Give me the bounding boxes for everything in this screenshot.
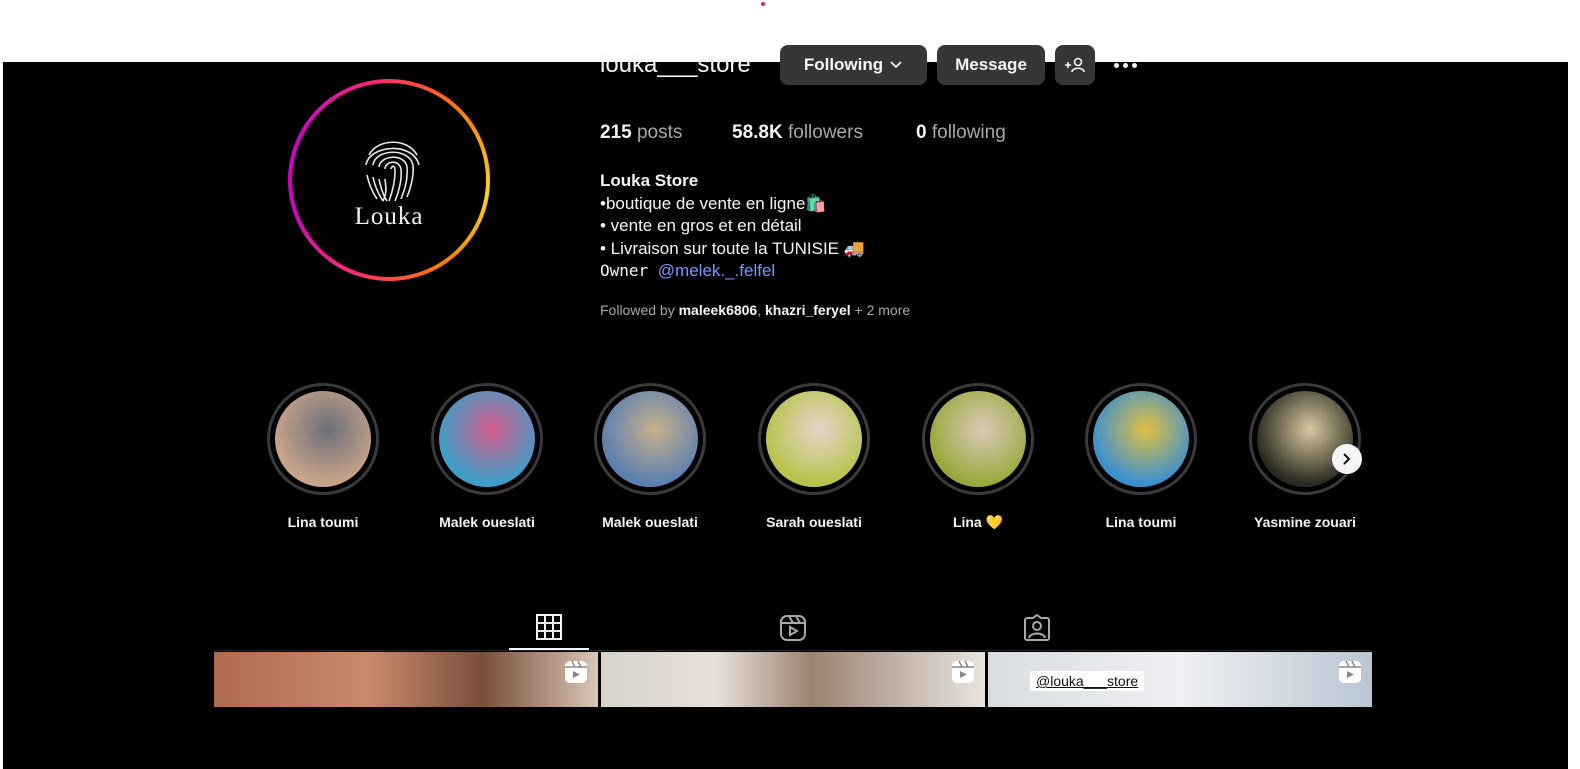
stat-posts: 215 posts [600, 122, 683, 143]
message-button[interactable]: Message [937, 45, 1045, 85]
tagged-icon [1024, 614, 1050, 641]
profile-avatar[interactable]: Louka [288, 79, 490, 281]
highlight-label: Lina 💛 [952, 514, 1004, 530]
post-thumbnail[interactable] [214, 652, 598, 707]
highlight-item[interactable]: Malek oueslati [585, 383, 715, 530]
more-options-icon[interactable] [1110, 55, 1140, 75]
highlight-item[interactable]: Lina toumi [1076, 383, 1206, 530]
highlight-label: Yasmine zouari [1254, 514, 1356, 530]
add-user-icon [1065, 57, 1085, 73]
logo-wordmark: Louka [354, 203, 424, 230]
highlight-cover-ring [758, 383, 870, 495]
post-watermark: @louka___store [1030, 671, 1145, 691]
tab-posts[interactable] [509, 606, 589, 650]
reels-icon [780, 615, 806, 641]
following-button[interactable]: Following [780, 45, 927, 85]
tab-reels[interactable] [753, 606, 833, 650]
suggest-users-button[interactable] [1055, 45, 1095, 85]
highlight-label: Lina toumi [287, 514, 359, 530]
bio-line: •boutique de vente en ligne🛍️ [600, 193, 827, 213]
highlight-cover-image [930, 391, 1026, 487]
highlight-item[interactable]: Malek oueslati [422, 383, 552, 530]
highlight-cover-image [1257, 391, 1353, 487]
profile-display-name: Louka Store [600, 171, 699, 190]
highlight-cover-image [1093, 391, 1189, 487]
following-button-label: Following [803, 55, 884, 74]
scrollbar[interactable] [1568, 62, 1580, 769]
reel-icon [565, 660, 587, 683]
highlight-cover-ring [594, 383, 706, 495]
chevron-right-icon [1343, 453, 1351, 465]
avatar-logo: Louka [292, 83, 486, 277]
highlight-cover-ring [1249, 383, 1361, 495]
chevron-down-icon [890, 61, 902, 69]
highlight-cover-image [602, 391, 698, 487]
highlight-label: Sarah oueslati [766, 514, 862, 530]
stat-followers[interactable]: 58.8K followers [732, 122, 863, 144]
reel-icon [1339, 660, 1361, 683]
post-thumbnail[interactable]: @louka___store [988, 652, 1372, 707]
loading-dot [761, 2, 765, 6]
highlight-cover-ring [431, 383, 543, 495]
bio-line: • vente en gros et en détail [600, 216, 802, 235]
highlight-item[interactable]: Lina 💛 [913, 383, 1043, 531]
tabs-divider [214, 650, 1372, 651]
highlights-next-button[interactable] [1332, 444, 1362, 474]
highlight-label: Malek oueslati [439, 514, 535, 530]
highlight-item[interactable]: Lina toumi [258, 383, 388, 530]
bio-line: • Livraison sur toute la TUNISIE 🚚 [600, 238, 865, 258]
highlight-item[interactable]: Sarah oueslati [749, 383, 879, 530]
profile-bio: Louka Store •boutique de vente en ligne🛍… [600, 170, 865, 283]
highlight-cover-image [275, 391, 371, 487]
fingerprint-icon [365, 141, 420, 202]
owner-mention-link[interactable]: @melek._.felfel [658, 261, 775, 280]
highlight-label: Malek oueslati [602, 514, 698, 530]
highlight-label: Lina toumi [1105, 514, 1177, 530]
highlight-cover-image [766, 391, 862, 487]
post-thumbnail[interactable] [601, 652, 985, 707]
tab-tagged[interactable] [997, 606, 1077, 650]
highlight-cover-ring [1085, 383, 1197, 495]
grid-icon [536, 614, 562, 640]
profile-username: louka___store [600, 51, 751, 78]
highlight-cover-ring [922, 383, 1034, 495]
reel-icon [952, 660, 974, 683]
highlight-cover-ring [267, 383, 379, 495]
highlight-cover-image [439, 391, 535, 487]
followed-by-text[interactable]: Followed by maleek6806, khazri_feryel + … [600, 302, 910, 318]
message-button-label: Message [955, 55, 1027, 74]
bio-owner-line: Owner @melek._.felfel [600, 261, 776, 280]
stat-following[interactable]: 0 following [916, 122, 1006, 144]
